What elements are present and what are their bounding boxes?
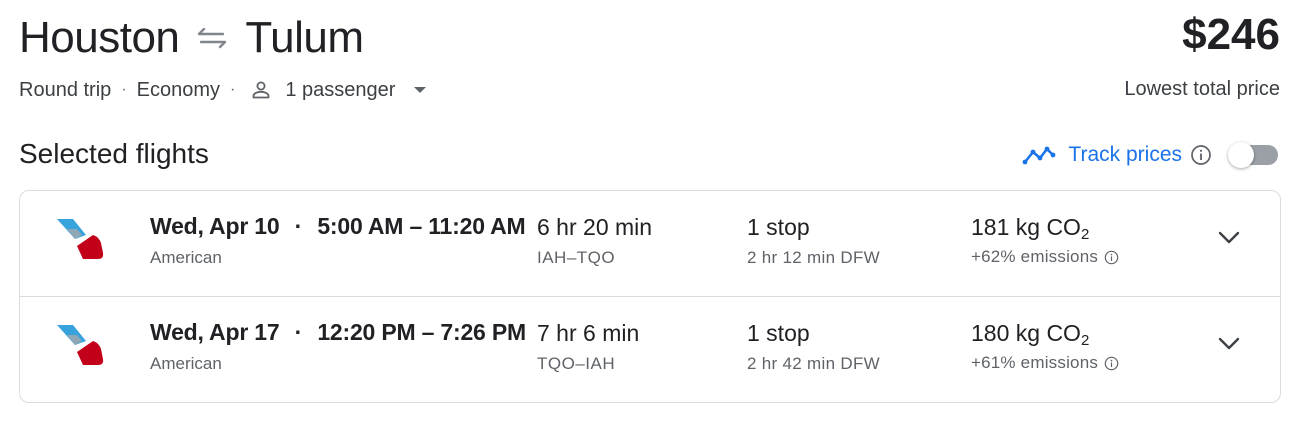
flight-times: Wed, Apr 10 · 5:00 AM – 11:20 AM bbox=[150, 213, 526, 240]
info-icon[interactable] bbox=[1190, 144, 1212, 166]
flight-date: Wed, Apr 17 bbox=[150, 319, 280, 345]
american-airlines-logo-icon bbox=[57, 219, 104, 259]
info-icon[interactable] bbox=[1104, 250, 1119, 265]
layover-info: 2 hr 42 min DFW bbox=[747, 354, 880, 373]
origin-city: Houston bbox=[19, 13, 180, 62]
flight-duration: 6 hr 20 min bbox=[537, 214, 653, 240]
passenger-count[interactable]: 1 passenger bbox=[285, 79, 395, 102]
cabin-class[interactable]: Economy bbox=[137, 79, 220, 102]
swap-arrows-icon bbox=[198, 27, 227, 49]
track-prices-label[interactable]: Track prices bbox=[1068, 143, 1182, 167]
person-icon bbox=[252, 81, 270, 99]
trending-icon bbox=[1023, 146, 1056, 165]
separator-dot: · bbox=[229, 81, 236, 98]
flight-route: TQO–IAH bbox=[537, 354, 616, 373]
info-icon[interactable] bbox=[1104, 356, 1119, 371]
american-airlines-logo-icon bbox=[57, 325, 104, 365]
track-prices: Track prices bbox=[1022, 140, 1280, 170]
flight-row[interactable]: Wed, Apr 17 · 12:20 PM – 7:26 PM America… bbox=[20, 296, 1280, 402]
co2-subscript: 2 bbox=[1080, 226, 1090, 243]
expand-chevron-icon[interactable] bbox=[1218, 231, 1240, 245]
stop-count: 1 stop bbox=[747, 214, 810, 240]
co2-value: 180 kg CO bbox=[971, 320, 1081, 346]
separator-dot: · bbox=[294, 319, 303, 345]
flight-date: Wed, Apr 10 bbox=[150, 213, 280, 239]
caret-down-icon[interactable] bbox=[413, 86, 427, 94]
price-caption: Lowest total price bbox=[1124, 78, 1280, 100]
emissions-note: +62% emissions bbox=[971, 247, 1119, 267]
co2-amount: 180 kg CO2 bbox=[971, 320, 1089, 349]
co2-amount: 181 kg CO2 bbox=[971, 214, 1089, 243]
selected-flights-list: Wed, Apr 10 · 5:00 AM – 11:20 AM America… bbox=[19, 190, 1281, 403]
trip-options: Round trip · Economy · 1 passenger bbox=[19, 78, 427, 102]
route-header: Houston Tulum bbox=[19, 10, 364, 66]
emissions-note: +61% emissions bbox=[971, 353, 1119, 373]
total-price: $246 bbox=[1182, 10, 1280, 59]
separator-dot: · bbox=[121, 81, 127, 98]
expand-chevron-icon[interactable] bbox=[1218, 337, 1240, 351]
trip-type[interactable]: Round trip bbox=[19, 79, 111, 102]
destination-city: Tulum bbox=[245, 13, 364, 62]
airline-name: American bbox=[150, 354, 222, 373]
flight-times: Wed, Apr 17 · 12:20 PM – 7:26 PM bbox=[150, 319, 526, 346]
stop-count: 1 stop bbox=[747, 320, 810, 346]
emissions-label: +61% emissions bbox=[971, 353, 1099, 372]
co2-value: 181 kg CO bbox=[971, 214, 1081, 240]
layover-info: 2 hr 12 min DFW bbox=[747, 248, 880, 267]
section-title: Selected flights bbox=[19, 138, 209, 169]
flight-time-range: 5:00 AM – 11:20 AM bbox=[317, 213, 526, 239]
separator-dot: · bbox=[294, 213, 303, 239]
co2-subscript: 2 bbox=[1080, 332, 1090, 349]
airline-name: American bbox=[150, 248, 222, 267]
flight-row[interactable]: Wed, Apr 10 · 5:00 AM – 11:20 AM America… bbox=[20, 191, 1280, 296]
track-prices-toggle[interactable] bbox=[1228, 140, 1280, 170]
flight-time-range: 12:20 PM – 7:26 PM bbox=[317, 319, 526, 345]
flight-route: IAH–TQO bbox=[537, 248, 616, 267]
flight-duration: 7 hr 6 min bbox=[537, 320, 640, 346]
toggle-knob bbox=[1228, 142, 1254, 168]
emissions-label: +62% emissions bbox=[971, 247, 1099, 266]
